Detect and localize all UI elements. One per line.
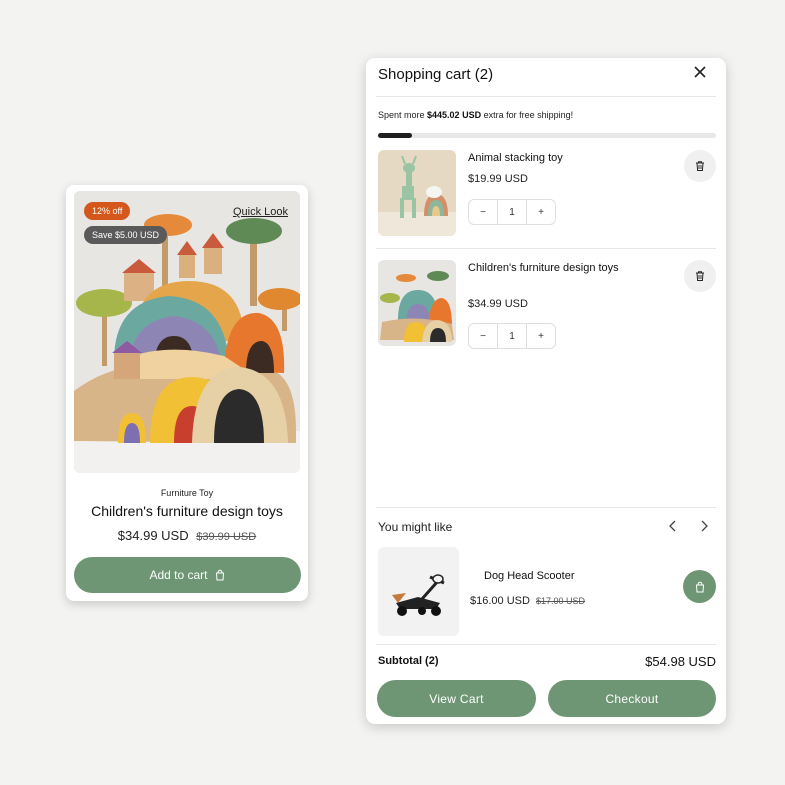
increase-quantity-button[interactable]: + xyxy=(527,324,555,348)
product-title[interactable]: Children's furniture design toys xyxy=(66,503,308,519)
recommendation-thumbnail[interactable] xyxy=(378,547,459,636)
product-image[interactable]: 12% off Save $5.00 USD Quick Look xyxy=(74,191,300,473)
item-price: $19.99 USD xyxy=(468,173,528,185)
cart-title: Shopping cart (2) xyxy=(378,66,494,83)
recommendation-price: $16.00 USD xyxy=(470,595,530,607)
trash-icon xyxy=(696,271,704,281)
cart-item: Animal stacking toy $19.99 USD − 1 + xyxy=(378,150,716,238)
item-thumbnail[interactable] xyxy=(378,260,456,346)
cart-item: Children's furniture design toys $34.99 … xyxy=(378,260,716,349)
free-shipping-message: Spent more $445.02 USD extra for free sh… xyxy=(378,110,573,120)
shipping-progress-bar xyxy=(378,133,716,138)
item-price: $34.99 USD xyxy=(468,298,528,310)
add-to-cart-label: Add to cart xyxy=(149,568,208,582)
item-name[interactable]: Children's furniture design toys xyxy=(468,260,628,276)
recommendation-price-row: $16.00 USD $17.00 USD xyxy=(470,595,585,607)
item-name[interactable]: Animal stacking toy xyxy=(468,150,628,166)
item-thumbnail[interactable] xyxy=(378,150,456,236)
remove-item-button[interactable] xyxy=(684,260,716,292)
remove-item-button[interactable] xyxy=(684,150,716,182)
divider xyxy=(376,644,716,645)
save-badge: Save $5.00 USD xyxy=(84,226,168,244)
product-compare-price: $39.99 USD xyxy=(196,531,257,543)
subtotal-label: Subtotal (2) xyxy=(378,655,439,667)
checkout-button[interactable]: Checkout xyxy=(548,680,716,717)
recommendation-compare-price: $17.00 USD xyxy=(536,596,586,606)
product-price-row: $34.99 USD $39.99 USD xyxy=(66,528,308,543)
cart-drawer: Shopping cart (2) Spent more $445.02 USD… xyxy=(366,58,726,724)
shipping-progress-fill xyxy=(378,133,412,138)
quantity-value[interactable]: 1 xyxy=(497,200,527,224)
divider xyxy=(376,96,716,97)
trash-icon xyxy=(696,161,704,171)
bag-icon xyxy=(215,569,224,581)
decrease-quantity-button[interactable]: − xyxy=(469,200,497,224)
add-to-cart-button[interactable]: Add to cart xyxy=(74,557,301,593)
furniture-toy-thumbnail xyxy=(378,260,456,346)
recommendations-title: You might like xyxy=(378,520,453,534)
quantity-stepper: − 1 + xyxy=(468,199,556,225)
product-price: $34.99 USD xyxy=(117,528,189,543)
increase-quantity-button[interactable]: + xyxy=(527,200,555,224)
view-cart-button[interactable]: View Cart xyxy=(377,680,536,717)
shipping-prefix: Spent more xyxy=(378,110,428,120)
divider xyxy=(376,248,716,249)
discount-badge: 12% off xyxy=(84,202,131,220)
recommendation-name[interactable]: Dog Head Scooter xyxy=(484,570,575,582)
decrease-quantity-button[interactable]: − xyxy=(469,324,497,348)
chevron-left-icon[interactable] xyxy=(666,519,680,533)
product-card: 12% off Save $5.00 USD Quick Look Furnit… xyxy=(66,185,308,601)
product-category: Furniture Toy xyxy=(160,488,214,498)
divider xyxy=(376,507,716,508)
quantity-stepper: − 1 + xyxy=(468,323,556,349)
close-icon[interactable] xyxy=(692,64,708,80)
chevron-right-icon[interactable] xyxy=(697,519,711,533)
shipping-suffix: extra for free shipping! xyxy=(481,110,574,120)
shipping-amount: $445.02 USD xyxy=(427,110,482,120)
subtotal-value: $54.98 USD xyxy=(645,654,716,669)
bag-icon xyxy=(695,581,704,592)
add-recommendation-button[interactable] xyxy=(683,570,716,603)
quantity-value[interactable]: 1 xyxy=(497,324,527,348)
quick-look-link[interactable]: Quick Look xyxy=(233,206,288,218)
animal-stacking-toy-image xyxy=(378,150,456,236)
scooter-image xyxy=(392,574,445,616)
